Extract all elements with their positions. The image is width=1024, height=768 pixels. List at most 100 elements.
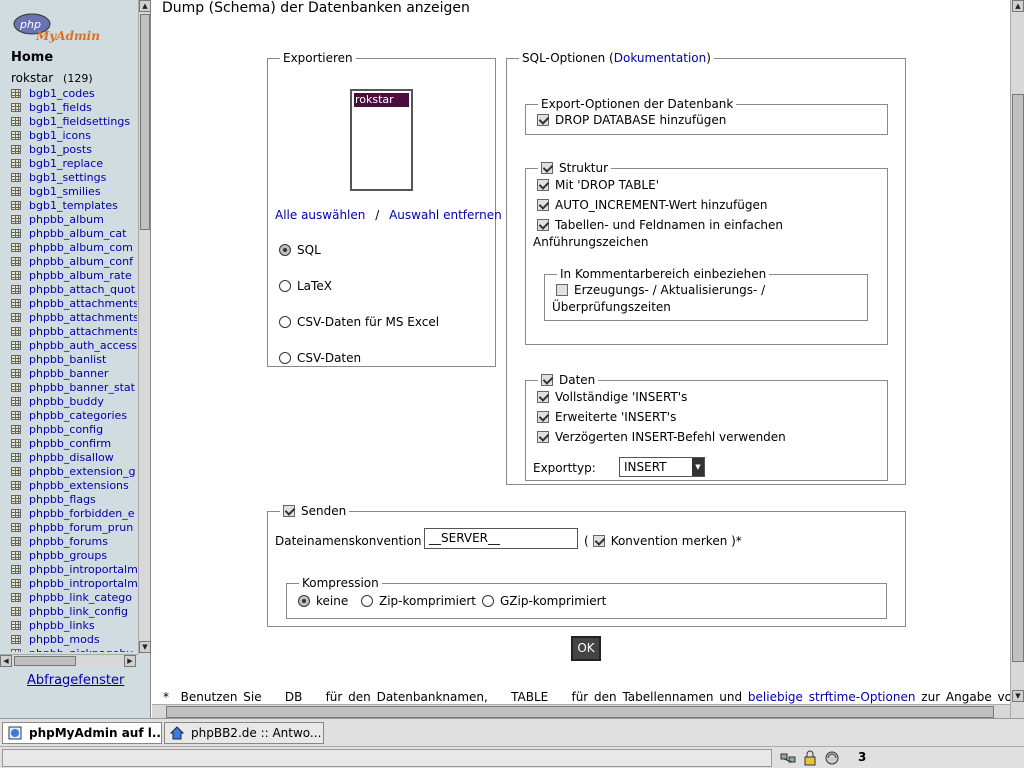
radio-compression-gzip[interactable] bbox=[482, 595, 494, 607]
scroll-up-arrow-icon[interactable]: ▲ bbox=[139, 0, 151, 12]
structure-checkbox[interactable] bbox=[541, 162, 553, 174]
auto-increment-option[interactable]: AUTO_INCREMENT-Wert hinzufügen bbox=[537, 198, 767, 212]
table-list-item[interactable]: phpbb_mods bbox=[11, 633, 137, 647]
scroll-up-arrow-icon[interactable]: ▲ bbox=[1012, 0, 1024, 12]
table-list-item[interactable]: phpbb_album_com bbox=[11, 241, 137, 255]
complete-inserts-checkbox[interactable] bbox=[537, 391, 549, 403]
table-name[interactable]: phpbb_attachments bbox=[29, 311, 137, 324]
table-name[interactable]: phpbb_disallow bbox=[29, 451, 114, 464]
table-browse-icon[interactable] bbox=[11, 509, 21, 518]
table-list-item[interactable]: phpbb_link_catego bbox=[11, 591, 137, 605]
table-name[interactable]: phpbb_introportalm bbox=[29, 577, 137, 590]
phpmyadmin-logo[interactable]: php MyAdmin bbox=[12, 10, 102, 46]
dates-checkbox[interactable] bbox=[556, 284, 568, 296]
radio-sql[interactable] bbox=[279, 244, 291, 256]
backquotes-checkbox[interactable] bbox=[537, 219, 549, 231]
table-name[interactable]: phpbb_album_rate bbox=[29, 269, 132, 282]
table-name[interactable]: phpbb_banlist bbox=[29, 353, 106, 366]
table-list-item[interactable]: phpbb_config bbox=[11, 423, 137, 437]
table-list-item[interactable]: bgb1_settings bbox=[11, 171, 137, 185]
table-list-item[interactable]: bgb1_fields bbox=[11, 101, 137, 115]
table-name[interactable]: phpbb_forum_prun bbox=[29, 521, 133, 534]
table-list-item[interactable]: bgb1_codes bbox=[11, 87, 137, 101]
table-browse-icon[interactable] bbox=[11, 173, 21, 182]
table-browse-icon[interactable] bbox=[11, 397, 21, 406]
table-name[interactable]: phpbb_album_conf bbox=[29, 255, 133, 268]
task-phpbb[interactable]: phpBB2.de :: Antwo... bbox=[164, 722, 324, 744]
table-list-item[interactable]: bgb1_smilies bbox=[11, 185, 137, 199]
left-vertical-scrollbar[interactable]: ▲ ▼ bbox=[138, 0, 151, 654]
table-list-item[interactable]: phpbb_confirm bbox=[11, 437, 137, 451]
table-name[interactable]: bgb1_templates bbox=[29, 199, 118, 212]
table-name[interactable]: phpbb_link_config bbox=[29, 605, 128, 618]
table-browse-icon[interactable] bbox=[11, 607, 21, 616]
table-name[interactable]: bgb1_icons bbox=[29, 129, 91, 142]
drop-table-checkbox[interactable] bbox=[537, 179, 549, 191]
select-all-link[interactable]: Alle auswählen bbox=[275, 208, 365, 222]
auto-increment-checkbox[interactable] bbox=[537, 199, 549, 211]
table-browse-icon[interactable] bbox=[11, 439, 21, 448]
scroll-thumb[interactable] bbox=[166, 706, 994, 718]
table-name[interactable]: phpbb_extension_g bbox=[29, 465, 136, 478]
scroll-down-arrow-icon[interactable]: ▼ bbox=[139, 641, 151, 653]
table-name[interactable]: bgb1_fieldsettings bbox=[29, 115, 130, 128]
table-browse-icon[interactable] bbox=[11, 495, 21, 504]
table-list-item[interactable]: bgb1_posts bbox=[11, 143, 137, 157]
table-name[interactable]: phpbb_forums bbox=[29, 535, 108, 548]
dates-option[interactable]: Erzeugungs- / Aktualisierungs- / bbox=[556, 283, 765, 297]
table-browse-icon[interactable] bbox=[11, 467, 21, 476]
format-option-csv[interactable]: CSV-Daten bbox=[279, 351, 361, 365]
radio-csv[interactable] bbox=[279, 352, 291, 364]
table-browse-icon[interactable] bbox=[11, 327, 21, 336]
table-browse-icon[interactable] bbox=[11, 593, 21, 602]
table-list-item[interactable]: phpbb_forbidden_e bbox=[11, 507, 137, 521]
table-list-item[interactable]: phpbb_album_rate bbox=[11, 269, 137, 283]
format-option-sql[interactable]: SQL bbox=[279, 243, 321, 257]
table-name[interactable]: bgb1_settings bbox=[29, 171, 106, 184]
table-browse-icon[interactable] bbox=[11, 411, 21, 420]
table-browse-icon[interactable] bbox=[11, 201, 21, 210]
format-option-latex[interactable]: LaTeX bbox=[279, 279, 332, 293]
home-link[interactable]: Home bbox=[11, 50, 53, 65]
table-list-item[interactable]: phpbb_flags bbox=[11, 493, 137, 507]
remember-template-option[interactable]: (Konvention merken )* bbox=[584, 534, 742, 548]
remember-template-checkbox[interactable] bbox=[592, 535, 605, 547]
table-name[interactable]: bgb1_posts bbox=[29, 143, 92, 156]
compression-option-gzip[interactable]: GZip-komprimiert bbox=[482, 594, 606, 608]
table-list-item[interactable]: phpbb_album_conf bbox=[11, 255, 137, 269]
dropdown-arrow-icon[interactable]: ▼ bbox=[692, 458, 704, 476]
table-list-item[interactable]: phpbb_forums bbox=[11, 535, 137, 549]
radio-latex[interactable] bbox=[279, 280, 291, 292]
table-browse-icon[interactable] bbox=[11, 103, 21, 112]
table-name[interactable]: phpbb_album_cat bbox=[29, 227, 126, 240]
table-list-item[interactable]: phpbb_attachments bbox=[11, 297, 137, 311]
table-name[interactable]: phpbb_groups bbox=[29, 549, 107, 562]
table-name[interactable]: phpbb_extensions bbox=[29, 479, 129, 492]
table-browse-icon[interactable] bbox=[11, 621, 21, 630]
table-browse-icon[interactable] bbox=[11, 229, 21, 238]
table-list-item[interactable]: phpbb_introportalm bbox=[11, 563, 137, 577]
table-name[interactable]: phpbb_forbidden_e bbox=[29, 507, 135, 520]
table-name[interactable]: bgb1_replace bbox=[29, 157, 103, 170]
table-list-item[interactable]: bgb1_templates bbox=[11, 199, 137, 213]
table-list-item[interactable]: bgb1_icons bbox=[11, 129, 137, 143]
drop-table-option[interactable]: Mit 'DROP TABLE' bbox=[537, 178, 659, 192]
table-list-item[interactable]: phpbb_attachments bbox=[11, 311, 137, 325]
table-name[interactable]: phpbb_link_catego bbox=[29, 591, 132, 604]
table-list-item[interactable]: phpbb_link_config bbox=[11, 605, 137, 619]
table-browse-icon[interactable] bbox=[11, 383, 21, 392]
table-list-item[interactable]: phpbb_attach_quot bbox=[11, 283, 137, 297]
scroll-right-arrow-icon[interactable]: ▶ bbox=[124, 655, 136, 667]
popup-blocker-icon[interactable] bbox=[824, 750, 840, 766]
table-browse-icon[interactable] bbox=[11, 523, 21, 532]
radio-compression-zip[interactable] bbox=[361, 595, 373, 607]
drop-database-checkbox[interactable] bbox=[537, 114, 549, 126]
export-type-select[interactable]: INSERT ▼ bbox=[619, 457, 705, 477]
table-list-item[interactable]: phpbb_auth_access bbox=[11, 339, 137, 353]
table-list-item[interactable]: phpbb_album bbox=[11, 213, 137, 227]
table-browse-icon[interactable] bbox=[11, 369, 21, 378]
compression-option-zip[interactable]: Zip-komprimiert bbox=[361, 594, 476, 608]
strftime-options-link[interactable]: beliebige strftime-Optionen bbox=[748, 690, 916, 704]
main-horizontal-scrollbar[interactable] bbox=[152, 704, 1010, 718]
table-browse-icon[interactable] bbox=[11, 187, 21, 196]
